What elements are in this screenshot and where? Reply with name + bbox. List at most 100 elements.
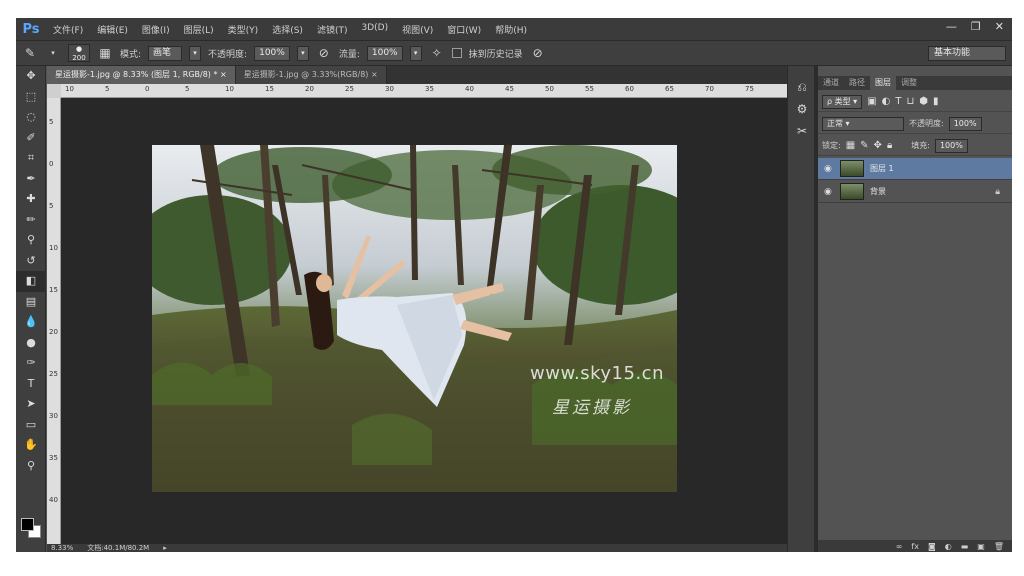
mode-dropdown[interactable]: ▾	[189, 45, 202, 61]
clone-stamp-tool-icon[interactable]: ⚲	[16, 230, 46, 251]
lock-pixels-icon[interactable]: ✎	[860, 140, 868, 151]
tab-channels[interactable]: 通道	[818, 76, 844, 90]
erase-to-history-checkbox[interactable]	[451, 48, 462, 58]
tab-document-1[interactable]: 星运摄影-1.jpg @ 8.33% (图层 1, RGB/8) * ×	[47, 66, 236, 84]
menu-item[interactable]: 图像(I)	[135, 23, 177, 36]
brush-panel-icon[interactable]: ▦	[97, 45, 113, 61]
window-controls: — ❐ ✕	[946, 20, 1004, 33]
filter-smart-object-icon[interactable]: ⬢	[919, 96, 928, 107]
menu-item[interactable]: 视图(V)	[395, 23, 440, 36]
layer-opacity-field[interactable]: 100%	[948, 116, 982, 131]
mode-label: 模式:	[120, 49, 142, 60]
quick-select-tool-icon[interactable]: ✐	[16, 128, 46, 149]
visibility-eye-icon[interactable]: ◉	[824, 164, 834, 174]
menu-item[interactable]: 3D(D)	[354, 23, 395, 36]
shape-tool-icon[interactable]: ▭	[16, 415, 46, 436]
crop-tool-icon[interactable]: ⌗	[16, 148, 46, 169]
menu-item[interactable]: 窗口(W)	[440, 23, 488, 36]
close-icon[interactable]: ✕	[995, 20, 1004, 33]
lock-transparent-icon[interactable]: ▦	[846, 140, 855, 151]
tab-layers[interactable]: 图层	[870, 76, 896, 90]
status-arrow-icon[interactable]: ▸	[163, 544, 167, 552]
add-mask-icon[interactable]: ◙	[928, 542, 936, 551]
opacity-dropdown[interactable]: ▾	[296, 45, 309, 61]
mode-select[interactable]: 画笔	[148, 45, 183, 61]
filter-shape-icon[interactable]: ⊔	[906, 96, 914, 107]
restore-icon[interactable]: ❐	[971, 20, 981, 33]
pressure-opacity-icon[interactable]: ⊘	[316, 45, 332, 61]
ruler-corner[interactable]	[47, 84, 61, 98]
lock-position-icon[interactable]: ✥	[874, 140, 882, 151]
type-tool-icon[interactable]: T	[16, 374, 46, 395]
new-group-icon[interactable]: ▬	[961, 542, 969, 551]
menu-item[interactable]: 类型(Y)	[221, 23, 266, 36]
flow-dropdown[interactable]: ▾	[409, 45, 422, 61]
flow-label: 流量:	[338, 49, 360, 60]
gradient-tool-icon[interactable]: ▤	[16, 292, 46, 313]
lock-all-icon[interactable]: 🔒︎	[887, 140, 892, 151]
eraser-tool-icon[interactable]: ◧	[16, 271, 46, 292]
color-swatches[interactable]	[19, 514, 45, 544]
actions-panel-icon[interactable]: ⚙	[788, 98, 816, 120]
filter-pixel-icon[interactable]: ▣	[867, 96, 876, 107]
zoom-tool-icon[interactable]: ⚲	[16, 456, 46, 477]
tool-presets-icon[interactable]: ✂	[788, 120, 816, 142]
healing-brush-tool-icon[interactable]: ✚	[16, 189, 46, 210]
menu-item[interactable]: 编辑(E)	[90, 23, 135, 36]
filter-adjustment-icon[interactable]: ◐	[882, 96, 891, 107]
options-bar: ✎ ▾ ● 200 ▦ 模式: 画笔 ▾ 不透明度: 100% ▾ ⊘ 流量: 1…	[16, 40, 1012, 66]
erase-to-history-label: 抹到历史记录	[468, 49, 523, 60]
blend-mode-select[interactable]: 正常 ▾	[822, 116, 904, 131]
menu-item[interactable]: 帮助(H)	[488, 23, 534, 36]
layer-row[interactable]: ◉ 背景 🔒︎	[818, 181, 1012, 203]
history-panel-icon[interactable]: ⎌	[788, 76, 816, 98]
blur-tool-icon[interactable]: 💧	[16, 312, 46, 333]
ruler-horizontal[interactable]: 10 5 0 5 10 15 20 25 30 35 40 45 50 55 60 65 70 75	[61, 84, 787, 98]
filter-type-icon[interactable]: T	[895, 96, 901, 107]
pen-tool-icon[interactable]: ✑	[16, 353, 46, 374]
eyedropper-tool-icon[interactable]: ✒	[16, 169, 46, 190]
minimize-icon[interactable]: —	[946, 20, 957, 33]
workspace-select[interactable]: 基本功能	[928, 46, 1006, 61]
move-tool-icon[interactable]: ✥	[16, 66, 46, 87]
opacity-field[interactable]: 100%	[254, 45, 290, 61]
menu-item[interactable]: 滤镜(T)	[310, 23, 355, 36]
pressure-size-icon[interactable]: ⊘	[530, 45, 546, 61]
fill-field[interactable]: 100%	[934, 138, 968, 153]
hand-tool-icon[interactable]: ✋	[16, 435, 46, 456]
new-adjustment-icon[interactable]: ◐	[945, 542, 952, 551]
document-image[interactable]: www.sky15.cn 星运摄影	[152, 145, 677, 492]
eraser-icon[interactable]: ✎	[22, 45, 38, 61]
dodge-tool-icon[interactable]: ●	[16, 333, 46, 354]
menu-item[interactable]: 文件(F)	[46, 23, 90, 36]
layer-row[interactable]: ◉ 图层 1	[818, 158, 1012, 180]
menu-item[interactable]: 图层(L)	[177, 23, 221, 36]
visibility-eye-icon[interactable]: ◉	[824, 187, 834, 197]
link-layers-icon[interactable]: ∞	[896, 542, 903, 551]
layer-style-icon[interactable]: fx	[911, 542, 919, 551]
filter-toggle-icon[interactable]: ▮	[933, 96, 939, 107]
history-brush-tool-icon[interactable]: ↺	[16, 251, 46, 272]
tab-paths[interactable]: 路径	[844, 76, 870, 90]
lasso-tool-icon[interactable]: ◌	[16, 107, 46, 128]
layer-filter-select[interactable]: ρ 类型 ▾	[822, 94, 863, 109]
path-select-tool-icon[interactable]: ➤	[16, 394, 46, 415]
chevron-down-icon[interactable]: ▾	[45, 45, 61, 61]
tab-adjustments[interactable]: 调整	[896, 76, 922, 90]
tab-document-2[interactable]: 星运摄影-1.jpg @ 3.33%(RGB/8) ×	[235, 66, 387, 84]
zoom-level[interactable]: 8.33%	[51, 544, 73, 552]
new-layer-icon[interactable]: ▣	[977, 542, 985, 551]
canvas-area[interactable]: www.sky15.cn 星运摄影	[61, 98, 787, 544]
delete-layer-icon[interactable]: 🗑︎	[994, 542, 1004, 551]
ruler-tick-label: 60	[625, 85, 634, 93]
marquee-tool-icon[interactable]: ⬚	[16, 87, 46, 108]
brush-tool-icon[interactable]: ✏	[16, 210, 46, 231]
foreground-color-swatch[interactable]	[21, 518, 34, 531]
menu-item[interactable]: 选择(S)	[265, 23, 310, 36]
ruler-vertical[interactable]: 5 0 5 10 15 20 25 30 35 40	[47, 98, 61, 544]
flow-field[interactable]: 100%	[366, 45, 403, 61]
ruler-tick-label: 20	[49, 328, 58, 336]
brush-size-preview[interactable]: ● 200	[68, 44, 90, 62]
airbrush-icon[interactable]: ✧	[429, 45, 445, 61]
blend-row: 正常 ▾ 不透明度: 100%	[818, 114, 1012, 134]
